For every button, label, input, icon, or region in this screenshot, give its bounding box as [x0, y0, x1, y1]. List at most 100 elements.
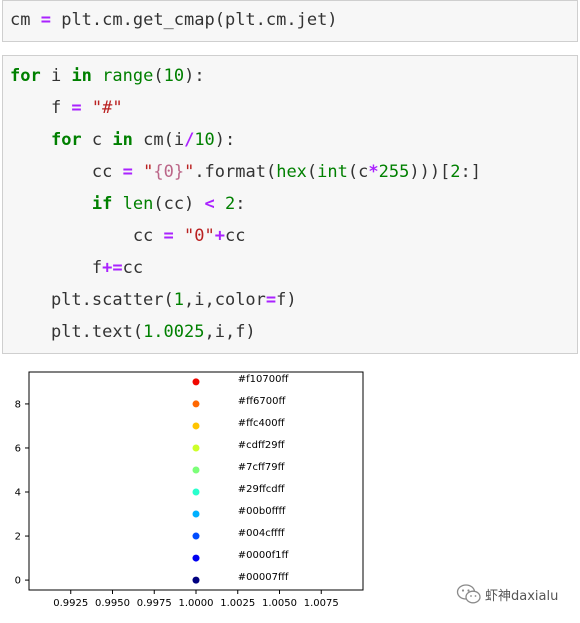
code-line: plt.scatter(1,i,color=f) [10, 290, 297, 310]
scatter-point [192, 510, 200, 518]
x-tick-label: 0.9950 [95, 598, 130, 609]
point-label: #ffc400ff [238, 418, 286, 429]
code-token: + [214, 226, 225, 246]
code-token: "#" [91, 98, 123, 118]
code-token: range [102, 66, 154, 86]
y-tick-label: 4 [15, 488, 21, 499]
code-token: ( [306, 162, 318, 182]
code-token: f [10, 258, 103, 278]
code-token: cc [10, 162, 123, 182]
point-label: #cdff29ff [238, 440, 286, 451]
code-token: int [317, 162, 348, 182]
code-token: plt.cm.get_cmap(plt.cm.jet) [50, 10, 338, 30]
scatter-point [192, 488, 200, 496]
y-tick-label: 6 [15, 443, 21, 454]
scatter-plot-svg: 0 2 4 6 8 0.9925 0.9950 0.9975 1.0000 1.0025 1.005… [15, 371, 364, 609]
code-line: cc = "{0}".format(hex(int(c*255)))[2:] [10, 162, 481, 182]
code-token: cm [10, 10, 41, 30]
code-token: .format( [194, 162, 277, 182]
code-token: for [50, 130, 82, 150]
point-label: #f10700ff [238, 374, 290, 385]
code-token: ,i,color [184, 290, 266, 310]
point-label: #00007fff [238, 572, 289, 583]
code-token: 10 [163, 66, 185, 86]
code-token: ): [214, 130, 236, 150]
code-token: 255 [378, 162, 410, 182]
code-line: if len(cc) < 2: [10, 194, 246, 214]
y-tick-label: 0 [15, 576, 21, 587]
code-token: "0" [184, 226, 215, 246]
x-tick-label: 1.0075 [304, 598, 339, 609]
code-token: = [265, 290, 277, 310]
scatter-point [192, 576, 200, 584]
x-tick-label: 1.0050 [262, 598, 297, 609]
code-token: in [112, 130, 133, 150]
code-token: plt.scatter( [10, 290, 174, 310]
code-token: += [102, 258, 123, 278]
scatter-point [192, 400, 200, 408]
code-token: 1.0025 [143, 322, 205, 342]
code-line: for c in cm(i/10): [10, 130, 235, 150]
watermark: 虾神daxialu [456, 582, 558, 606]
scatter-point [192, 378, 200, 386]
code-token: (cc) [153, 194, 205, 214]
code-line: for i in range(10): [10, 66, 205, 86]
code-token: f) [276, 290, 297, 310]
x-tick-label: 1.0025 [220, 598, 255, 609]
y-tick-label: 2 [15, 532, 21, 543]
point-label: #7cff79ff [238, 462, 286, 473]
watermark-text: 虾神daxialu [485, 588, 559, 604]
code-line: cm = plt.cm.get_cmap(plt.cm.jet) [10, 10, 338, 30]
code-token: " [143, 162, 154, 182]
code-token: ,i,f) [204, 322, 256, 342]
code-token: in [71, 66, 92, 86]
code-token: len [122, 194, 154, 214]
code-token: / [184, 130, 195, 150]
code-token: : [235, 194, 246, 214]
scatter-point [192, 444, 200, 452]
point-label: #ff6700ff [238, 396, 287, 407]
code-token: cc [122, 258, 144, 278]
code-token: = [163, 226, 174, 246]
code-token: {0} [153, 162, 185, 182]
code-token: 1 [173, 290, 185, 310]
code-token: cc [225, 226, 246, 246]
code-token: cm(i [132, 130, 185, 150]
wechat-logo-icon [456, 584, 481, 604]
code-token: if [91, 194, 113, 214]
point-label: #29ffcdff [238, 484, 286, 495]
code-token: = [71, 98, 82, 118]
point-label: #00b0ffff [238, 506, 287, 517]
code-token: plt.text( [10, 322, 144, 342]
code-token: f [10, 98, 72, 118]
scatter-point [192, 554, 200, 562]
code-token: hex [276, 162, 307, 182]
code-token: * [368, 162, 379, 182]
x-tick-label: 0.9925 [53, 598, 88, 609]
code-token: ( [153, 66, 164, 86]
code-token: cc [10, 226, 164, 246]
code-token: (c [347, 162, 369, 182]
code-token: ): [184, 66, 205, 86]
point-label: #0000f1ff [238, 550, 290, 561]
code-token: for [10, 66, 41, 86]
code-token: 10 [194, 130, 215, 150]
code-line: cc = "0"+cc [10, 226, 246, 246]
x-tick-label: 1.0000 [179, 598, 214, 609]
code-token: < [204, 194, 215, 214]
code-token: i [40, 66, 72, 86]
x-tick-label: 0.9975 [137, 598, 172, 609]
scatter-point [192, 466, 200, 474]
scatter-plot: 0 2 4 6 8 0.9925 0.9950 0.9975 1.0000 1.0025 1.005… [0, 360, 580, 619]
code-token: 2 [450, 162, 461, 182]
y-tick-label: 8 [15, 399, 21, 410]
code-token: " [184, 162, 195, 182]
scatter-point [192, 532, 200, 540]
